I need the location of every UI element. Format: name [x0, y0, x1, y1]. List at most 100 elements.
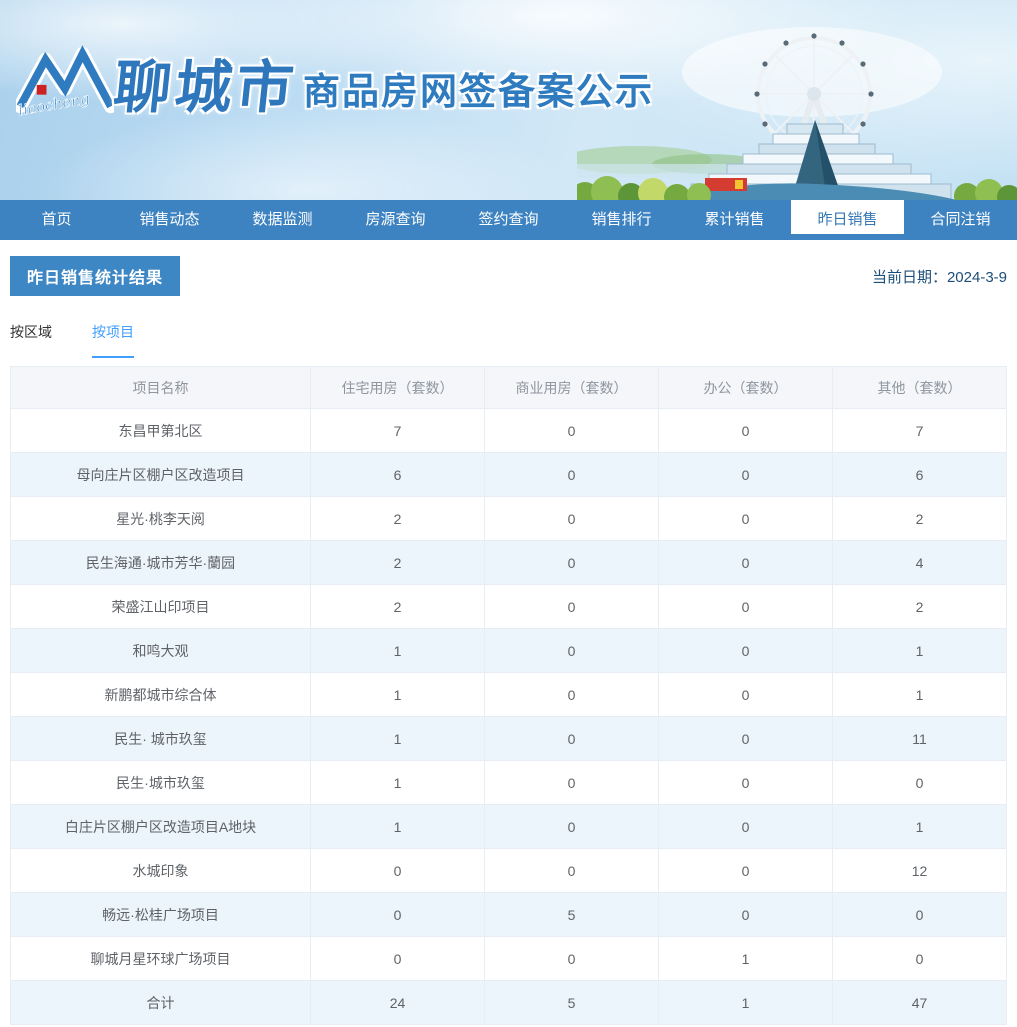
table-row: 畅远·松桂广场项目 0 5 0 0	[10, 892, 1007, 937]
content-header: 昨日销售统计结果 当前日期：2024-3-9	[10, 256, 1007, 296]
subtab-1[interactable]: 按项目	[92, 322, 134, 358]
value-cell: 47	[832, 980, 1007, 1025]
value-cell: 0	[484, 540, 659, 585]
value-cell: 7	[832, 408, 1007, 453]
table-row: 民生海通·城市芳华·蘭园 2 0 0 4	[10, 540, 1007, 585]
project-name-cell: 母向庄片区棚户区改造项目	[10, 452, 311, 497]
project-name-cell: 合计	[10, 980, 311, 1025]
value-cell: 0	[484, 452, 659, 497]
nav-item-7[interactable]: 昨日销售	[791, 194, 904, 234]
header-row: 项目名称 住宅用房（套数） 商业用房（套数） 办公（套数） 其他（套数）	[10, 366, 1007, 409]
brand-block: liaocheng 聊城市 商品房网签备案公示	[16, 44, 654, 121]
column-header: 商业用房（套数）	[484, 366, 659, 409]
table-row: 荣盛江山印项目 2 0 0 2	[10, 584, 1007, 629]
table-row: 水城印象 0 0 0 12	[10, 848, 1007, 893]
table-row: 民生·城市玖玺 1 0 0 0	[10, 760, 1007, 805]
column-header: 项目名称	[10, 366, 311, 409]
value-cell: 5	[484, 980, 659, 1025]
value-cell: 0	[658, 628, 833, 673]
table-row: 母向庄片区棚户区改造项目 6 0 0 6	[10, 452, 1007, 497]
sales-table-head: 项目名称 住宅用房（套数） 商业用房（套数） 办公（套数） 其他（套数）	[10, 366, 1007, 409]
site-logo: liaocheng	[16, 45, 114, 120]
total-row: 合计 24 5 1 47	[10, 980, 1007, 1025]
value-cell: 0	[658, 760, 833, 805]
value-cell: 0	[658, 584, 833, 629]
current-date: 当前日期：2024-3-9	[872, 266, 1007, 287]
value-cell: 0	[658, 804, 833, 849]
table-row: 民生· 城市玖玺 1 0 0 11	[10, 716, 1007, 761]
view-subtabs: 按区域 按项目	[10, 322, 1007, 358]
nav-item-2[interactable]: 数据监测	[226, 200, 339, 240]
project-name-cell: 东昌甲第北区	[10, 408, 311, 453]
value-cell: 1	[832, 628, 1007, 673]
section-title-badge: 昨日销售统计结果	[10, 256, 181, 296]
nav-item-3[interactable]: 房源查询	[339, 200, 452, 240]
project-name-cell: 白庄片区棚户区改造项目A地块	[10, 804, 311, 849]
value-cell: 0	[832, 760, 1007, 805]
table-row: 星光·桃李天阅 2 0 0 2	[10, 496, 1007, 541]
value-cell: 0	[658, 496, 833, 541]
project-name-cell: 荣盛江山印项目	[10, 584, 311, 629]
nav-item-5[interactable]: 销售排行	[565, 200, 678, 240]
value-cell: 0	[832, 936, 1007, 981]
value-cell: 0	[310, 892, 485, 937]
table-row: 东昌甲第北区 7 0 0 7	[10, 408, 1007, 453]
column-header: 办公（套数）	[658, 366, 833, 409]
value-cell: 0	[484, 408, 659, 453]
value-cell: 2	[310, 584, 485, 629]
value-cell: 0	[484, 584, 659, 629]
nav-item-6[interactable]: 累计销售	[678, 200, 791, 240]
value-cell: 11	[832, 716, 1007, 761]
value-cell: 1	[310, 760, 485, 805]
site-name: 聊城市	[110, 54, 301, 121]
nav-item-1[interactable]: 销售动态	[113, 200, 226, 240]
value-cell: 0	[484, 760, 659, 805]
project-name-cell: 民生· 城市玖玺	[10, 716, 311, 761]
value-cell: 7	[310, 408, 485, 453]
value-cell: 2	[310, 496, 485, 541]
value-cell: 0	[832, 892, 1007, 937]
value-cell: 12	[832, 848, 1007, 893]
value-cell: 0	[658, 452, 833, 497]
table-row: 白庄片区棚户区改造项目A地块 1 0 0 1	[10, 804, 1007, 849]
subtab-0[interactable]: 按区域	[10, 322, 52, 358]
value-cell: 0	[484, 804, 659, 849]
current-date-value: 2024-3-9	[946, 268, 1007, 286]
table-row: 新鹏都城市综合体 1 0 0 1	[10, 672, 1007, 717]
nav-item-8[interactable]: 合同注销	[904, 200, 1017, 240]
value-cell: 6	[310, 452, 485, 497]
value-cell: 0	[658, 892, 833, 937]
value-cell: 1	[310, 804, 485, 849]
site-subtitle: 商品房网签备案公示	[303, 71, 654, 112]
value-cell: 2	[832, 584, 1007, 629]
value-cell: 2	[310, 540, 485, 585]
value-cell: 0	[484, 496, 659, 541]
value-cell: 0	[484, 716, 659, 761]
value-cell: 1	[832, 804, 1007, 849]
nav-item-4[interactable]: 签约查询	[452, 200, 565, 240]
project-name-cell: 星光·桃李天阅	[10, 496, 311, 541]
table-row: 和鸣大观 1 0 0 1	[10, 628, 1007, 673]
column-header: 住宅用房（套数）	[310, 366, 485, 409]
value-cell: 0	[658, 848, 833, 893]
value-cell: 24	[310, 980, 485, 1025]
current-date-label: 当前日期：	[871, 268, 947, 286]
value-cell: 5	[484, 892, 659, 937]
project-name-cell: 聊城月星环球广场项目	[10, 936, 311, 981]
sales-table: 项目名称 住宅用房（套数） 商业用房（套数） 办公（套数） 其他（套数） 东昌甲第北区 7…	[10, 366, 1007, 1025]
value-cell: 0	[658, 716, 833, 761]
main-nav: 首页 销售动态 数据监测 房源查询 签约查询 销售排行 累计销售 昨日销售 合同注销	[0, 194, 1017, 240]
value-cell: 0	[658, 672, 833, 717]
table-row: 聊城月星环球广场项目 0 0 1 0	[10, 936, 1007, 981]
page-root: liaocheng 聊城市 商品房网签备案公示 首页 销售动态 数据监测 房源查询 签约…	[0, 0, 1017, 1025]
sales-table-body: 东昌甲第北区 7 0 0 7 母向庄片区棚户区改造项目 6 0 0 6 星光·桃李天阅 2 0 0 2 民生海…	[10, 408, 1007, 1025]
value-cell: 1	[310, 716, 485, 761]
value-cell: 1	[832, 672, 1007, 717]
project-name-cell: 水城印象	[10, 848, 311, 893]
content-area: 昨日销售统计结果 当前日期：2024-3-9 按区域 按项目 项目名称 住宅用房（套…	[0, 256, 1017, 1025]
value-cell: 0	[484, 936, 659, 981]
project-name-cell: 畅远·松桂广场项目	[10, 892, 311, 937]
value-cell: 0	[310, 848, 485, 893]
value-cell: 0	[484, 672, 659, 717]
nav-item-0[interactable]: 首页	[0, 200, 113, 240]
